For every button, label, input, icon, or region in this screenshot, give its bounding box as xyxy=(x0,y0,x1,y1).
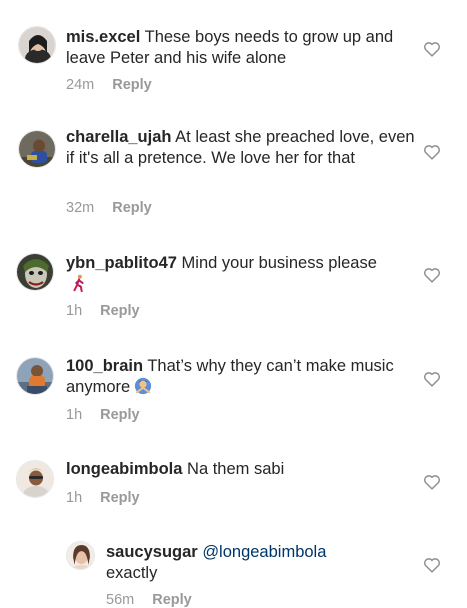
comment-text: Mind your business please xyxy=(181,254,377,272)
walking-person-emoji xyxy=(73,274,84,292)
comment-timestamp: 24m xyxy=(66,77,95,93)
reply-username[interactable]: saucysugar xyxy=(106,543,198,561)
avatar[interactable] xyxy=(16,253,54,291)
reply-button[interactable]: Reply xyxy=(100,490,140,506)
heart-icon[interactable] xyxy=(423,371,441,387)
reply-button[interactable]: Reply xyxy=(152,592,192,608)
reply-button[interactable]: Reply xyxy=(100,407,140,423)
comment-timestamp: 32m xyxy=(66,200,95,216)
heart-icon[interactable] xyxy=(423,267,441,283)
reply-timestamp: 56m xyxy=(106,592,135,608)
avatar[interactable] xyxy=(16,357,54,395)
avatar[interactable] xyxy=(16,460,54,498)
reply-button[interactable]: Reply xyxy=(100,303,140,319)
comment-username[interactable]: mis.excel xyxy=(66,28,140,46)
comment-timestamp: 1h xyxy=(66,407,83,423)
comment-username[interactable]: 100_brain xyxy=(66,357,143,375)
heart-icon[interactable] xyxy=(423,41,441,57)
avatar[interactable] xyxy=(66,541,95,570)
comment-timestamp: 1h xyxy=(66,490,83,506)
comment-username[interactable]: charella_ujah xyxy=(66,128,171,146)
comment-username[interactable]: ybn_pablito47 xyxy=(66,254,177,272)
reply-text: exactly xyxy=(106,563,158,582)
reply-button[interactable]: Reply xyxy=(112,200,152,216)
reply-button[interactable]: Reply xyxy=(112,77,152,93)
heart-icon[interactable] xyxy=(423,557,441,573)
mention-link[interactable]: @longeabimbola xyxy=(202,543,326,561)
heart-icon[interactable] xyxy=(423,474,441,490)
comment-timestamp: 1h xyxy=(66,303,83,319)
avatar[interactable] xyxy=(18,130,56,168)
comment-username[interactable]: longeabimbola xyxy=(66,460,182,478)
heart-icon[interactable] xyxy=(423,144,441,160)
person-gesturing-no-emoji xyxy=(135,377,152,394)
avatar[interactable] xyxy=(18,26,56,64)
comment-text: Na them sabi xyxy=(187,460,285,478)
